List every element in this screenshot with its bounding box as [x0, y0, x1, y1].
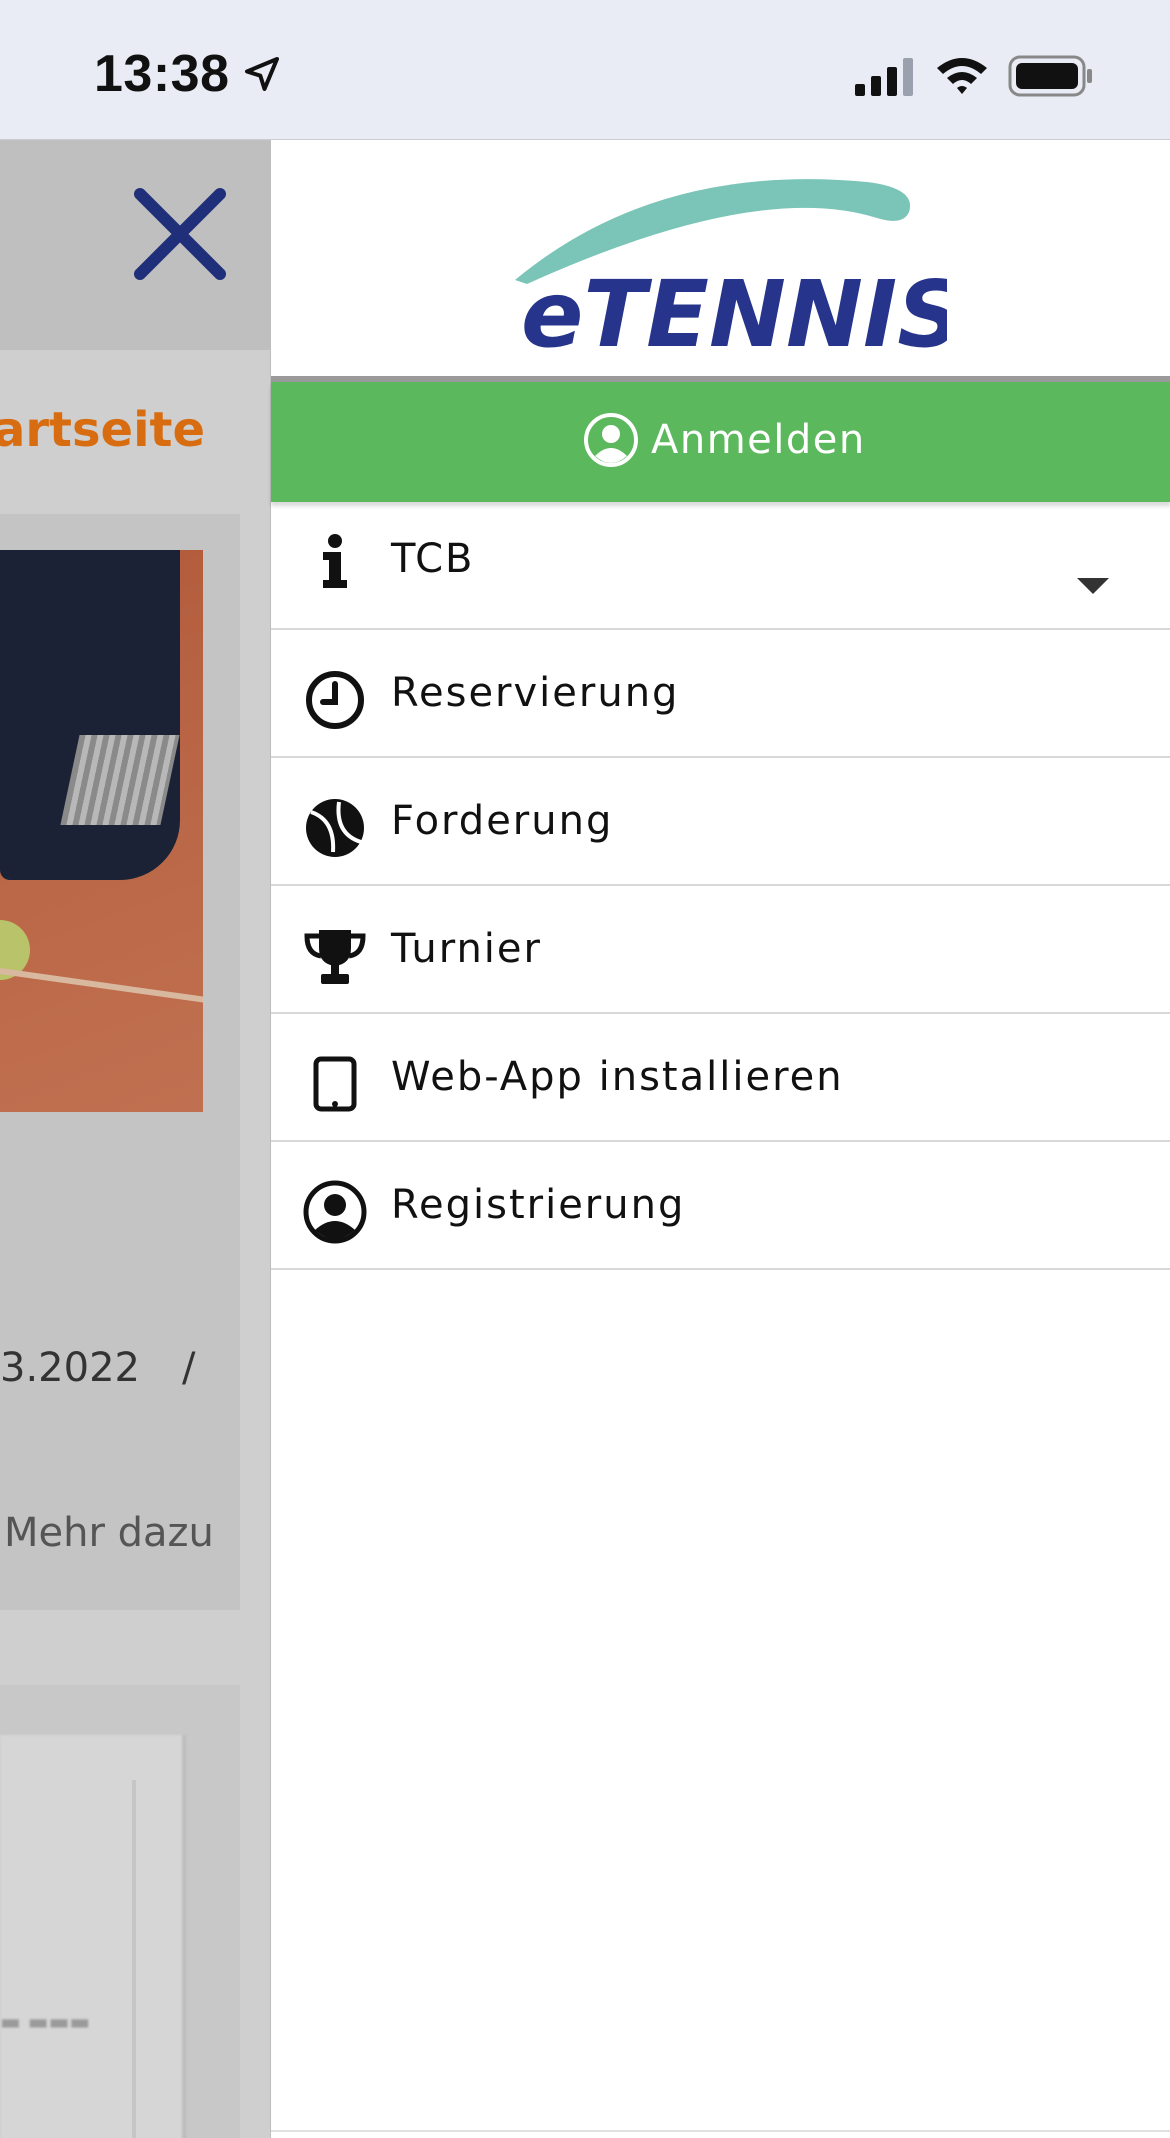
- tablet-icon: [303, 1052, 367, 1116]
- tennis-ball-icon: [303, 796, 367, 860]
- background-document-image: [0, 1735, 186, 2138]
- menu-item-turnier[interactable]: Turnier: [271, 886, 1170, 1014]
- clock-icon: [303, 668, 367, 732]
- login-label: Anmelden: [651, 417, 866, 463]
- background-news-photo: [0, 550, 203, 1112]
- info-icon: [303, 530, 367, 594]
- menu-item-tcb[interactable]: TCB: [271, 502, 1170, 630]
- battery-icon: [1008, 55, 1092, 97]
- chevron-down-icon[interactable]: [1077, 578, 1109, 594]
- status-time: 13:38: [94, 45, 230, 103]
- location-arrow-icon: [245, 57, 279, 91]
- login-button[interactable]: Anmelden: [271, 382, 1170, 502]
- status-bar: 13:38: [0, 0, 1170, 140]
- side-menu: eTENNIS Anmelden TCB Reservierung Forder…: [270, 140, 1170, 2138]
- menu-item-label: Registrierung: [391, 1182, 686, 1228]
- menu-item-label: Forderung: [391, 798, 614, 844]
- etennis-logo[interactable]: eTENNIS: [507, 160, 947, 370]
- close-icon[interactable]: [132, 186, 228, 282]
- menu-item-forderung[interactable]: Forderung: [271, 758, 1170, 886]
- user-circle-icon: [584, 413, 638, 467]
- menu-item-reservierung[interactable]: Reservierung: [271, 630, 1170, 758]
- wifi-icon: [937, 58, 987, 94]
- background-date-separator: /: [182, 1345, 196, 1391]
- trophy-icon: [303, 924, 367, 988]
- menu-item-label: TCB: [391, 536, 475, 582]
- background-news-date: 3.2022: [0, 1345, 140, 1391]
- logo-text: eTENNIS: [521, 261, 947, 368]
- cellular-signal-icon: [855, 58, 913, 96]
- menu-item-registrierung[interactable]: Registrierung: [271, 1142, 1170, 1270]
- logo-area: eTENNIS: [271, 140, 1170, 376]
- user-circle-icon: [303, 1180, 367, 1244]
- menu-item-label: Reservierung: [391, 670, 680, 716]
- background-page: tartseite 3.2022 / Mehr dazu ▬ ▬▬▬: [0, 140, 270, 2138]
- menu-item-label: Turnier: [391, 926, 542, 972]
- background-more-link: Mehr dazu: [4, 1510, 214, 1556]
- background-page-title: tartseite: [0, 402, 206, 458]
- menu-item-web-app-installieren[interactable]: Web-App installieren: [271, 1014, 1170, 1142]
- menu-item-label: Web-App installieren: [391, 1054, 844, 1100]
